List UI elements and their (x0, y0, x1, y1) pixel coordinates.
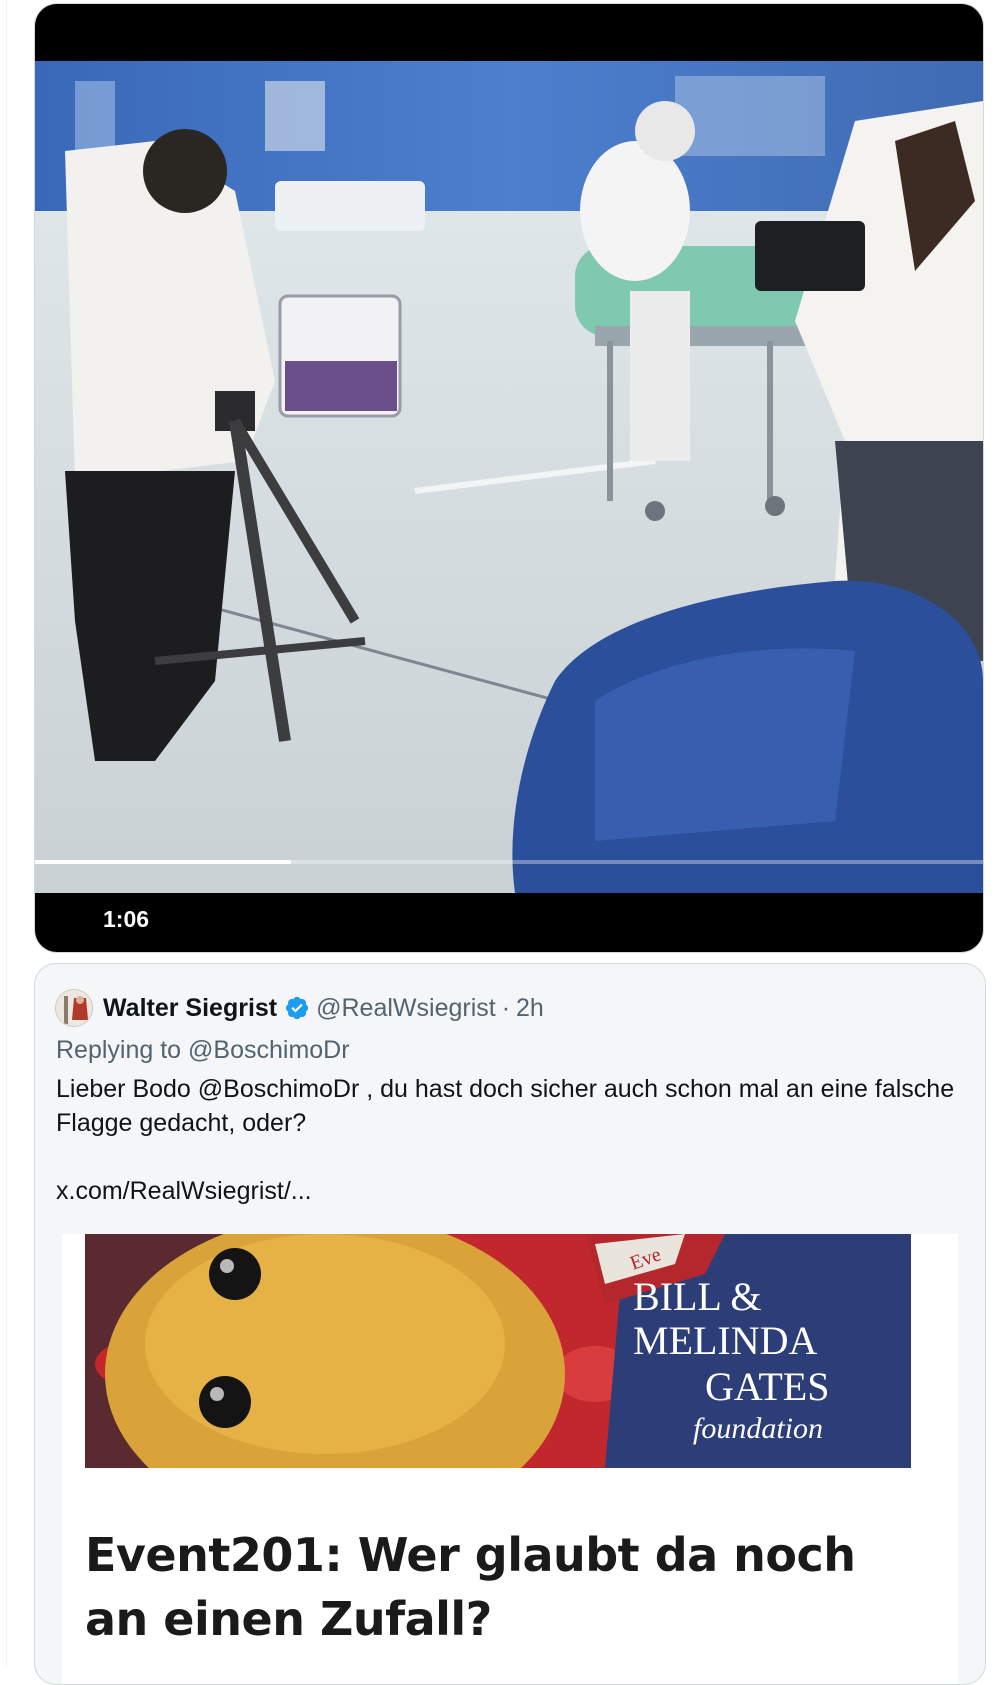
replying-to-mention[interactable]: @BoschimoDr (188, 1036, 350, 1064)
tweet-timestamp[interactable]: 2h (516, 994, 544, 1023)
timeline-divider (6, 0, 7, 1666)
replying-prefix: Replying to (56, 1036, 182, 1064)
video-player[interactable]: 1:06 (35, 4, 983, 952)
video-still-image (35, 61, 983, 893)
video-duration: 1:06 (103, 906, 150, 932)
verified-badge-icon (284, 995, 310, 1021)
video-progress-track[interactable] (35, 860, 983, 864)
header-separator: · (501, 993, 511, 1022)
article-image[interactable]: Eve BILL & MELINDA GATES foundation (85, 1234, 911, 1468)
replying-to-line: Replying to @BoschimoDr (56, 1034, 350, 1066)
author-avatar[interactable] (55, 989, 93, 1027)
quoted-tweet-header: Walter Siegrist @RealWsiegrist · 2h (55, 988, 544, 1028)
video-frame[interactable] (35, 61, 983, 893)
article-title[interactable]: Event201: Wer glaubt da noch an einen Zu… (85, 1523, 925, 1651)
tweet-text: Lieber Bodo @BoschimoDr , du hast doch s… (56, 1075, 955, 1137)
image-caption-line1: BILL & (633, 1274, 762, 1319)
image-caption-line3: GATES (705, 1364, 829, 1409)
avatar-image (56, 990, 92, 1026)
image-caption-line4: foundation (693, 1412, 823, 1445)
article-preview-card[interactable]: Eve BILL & MELINDA GATES foundation Even… (62, 1234, 958, 1684)
author-handle[interactable]: @RealWsiegrist (316, 994, 496, 1023)
tweet-link[interactable]: x.com/RealWsiegrist/... (56, 1174, 312, 1208)
quoted-tweet-card[interactable]: Walter Siegrist @RealWsiegrist · 2h Repl… (34, 963, 986, 1685)
article-image-graphic: Eve BILL & MELINDA GATES foundation (85, 1234, 911, 1468)
author-name[interactable]: Walter Siegrist (103, 994, 277, 1023)
image-caption-line2: MELINDA (633, 1318, 818, 1363)
video-progress-fill (35, 860, 291, 864)
